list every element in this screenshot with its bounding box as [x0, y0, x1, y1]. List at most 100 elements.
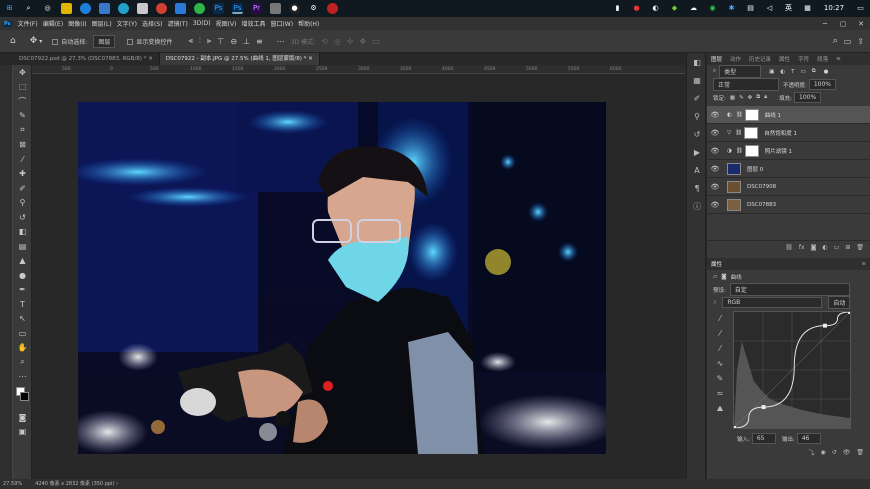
layer-dsc07908[interactable]: 👁︎ DSC07908: [707, 178, 870, 196]
edit-toolbar-icon[interactable]: ⋯: [13, 370, 32, 385]
swatches-panel-icon[interactable]: ▦: [687, 71, 707, 89]
add-mask-icon[interactable]: ◙: [811, 244, 817, 251]
align-center-icon[interactable]: ⫶: [199, 36, 201, 46]
new-adjustment-icon[interactable]: ◐: [822, 244, 827, 251]
lock-all-icon[interactable]: 🔒︎: [764, 94, 767, 101]
filter-type-icon[interactable]: T: [791, 69, 794, 75]
quick-mask-icon[interactable]: ◙: [13, 410, 32, 425]
search-icon[interactable]: ⌕: [833, 36, 838, 46]
character-panel-icon[interactable]: A: [687, 161, 707, 179]
settings-icon[interactable]: ⚙: [308, 3, 319, 14]
tab-document-jpg[interactable]: DSC07922 - 副本.JPG @ 27.5% (曲线 1, 图层蒙版/8)…: [159, 53, 320, 65]
menu-select[interactable]: 选择(S): [142, 19, 163, 28]
new-layer-icon[interactable]: ⊞: [845, 244, 850, 251]
lock-artboard-icon[interactable]: ⧉: [756, 94, 760, 101]
pencil-tool-icon[interactable]: ✎: [707, 371, 733, 386]
blur-tool-icon[interactable]: ▲: [13, 254, 32, 269]
store-icon[interactable]: [99, 3, 110, 14]
align-top-icon[interactable]: ⊤: [217, 37, 224, 46]
visibility-eye-icon[interactable]: 👁︎: [707, 111, 723, 119]
panel-menu-icon[interactable]: ≡: [857, 261, 870, 267]
tab-layers[interactable]: 图层: [707, 55, 726, 63]
grid-icon[interactable]: ▦: [802, 3, 813, 14]
obs-icon[interactable]: ●: [289, 3, 300, 14]
tab-actions[interactable]: 动作: [726, 55, 745, 63]
lock-position-icon[interactable]: ✥: [748, 95, 753, 101]
panel-menu-icon[interactable]: ≡: [832, 56, 845, 62]
eyedropper-tool-icon[interactable]: ⁄: [13, 152, 32, 167]
layer-dsc07883[interactable]: 👁︎ DSC07883: [707, 196, 870, 214]
output-value[interactable]: 46: [796, 433, 821, 444]
file-explorer-icon[interactable]: [61, 3, 72, 14]
lasso-tool-icon[interactable]: ⌒: [13, 94, 32, 109]
info-panel-icon[interactable]: ⓘ: [687, 197, 707, 215]
close-tab-icon[interactable]: ✕: [308, 56, 313, 62]
brush-tool-icon[interactable]: ✐: [13, 181, 32, 196]
preset-dropdown[interactable]: 自定: [729, 283, 850, 296]
target-adjust-icon[interactable]: ☝︎: [713, 300, 716, 306]
chevron-right-icon[interactable]: ›: [116, 481, 118, 487]
visibility-eye-icon[interactable]: 👁︎: [707, 129, 723, 137]
show-transform-checkbox[interactable]: [127, 39, 134, 45]
clip-to-layer-icon[interactable]: ⤵: [808, 448, 814, 457]
menu-file[interactable]: 文件(F): [18, 19, 38, 28]
dodge-tool-icon[interactable]: ●: [13, 268, 32, 283]
start-icon[interactable]: ⊞: [4, 3, 15, 14]
smooth-icon[interactable]: ≈: [707, 386, 733, 401]
white-eyedropper-icon[interactable]: ⁄: [707, 341, 733, 356]
quick-select-tool-icon[interactable]: ✎: [13, 109, 32, 124]
auto-select-checkbox[interactable]: [52, 39, 59, 45]
curve-control-point[interactable]: [848, 311, 851, 314]
gradient-tool-icon[interactable]: ▤: [13, 239, 32, 254]
blend-mode-dropdown[interactable]: 正常: [713, 78, 779, 91]
trash-icon[interactable]: 🗑︎: [856, 244, 864, 251]
clock-text[interactable]: 10:27: [821, 3, 847, 14]
photoshop-icon[interactable]: Ps: [213, 3, 224, 14]
shape-tool-icon[interactable]: ▭: [13, 326, 32, 341]
visibility-eye-icon[interactable]: 👁︎: [707, 201, 723, 209]
share-icon[interactable]: ⇪: [857, 37, 864, 46]
input-value[interactable]: 65: [751, 433, 776, 444]
nvidia-icon[interactable]: ◆: [669, 3, 680, 14]
search-icon[interactable]: ⌕: [23, 3, 34, 14]
marquee-tool-icon[interactable]: ⬚: [13, 80, 32, 95]
photoshop-icon-2[interactable]: Ps: [232, 3, 243, 14]
align-left-icon[interactable]: ⫷: [188, 36, 193, 46]
curve-control-point[interactable]: [733, 426, 736, 429]
wps-icon[interactable]: [137, 3, 148, 14]
opacity-input[interactable]: 100%: [808, 79, 837, 90]
healing-brush-tool-icon[interactable]: ✚: [13, 167, 32, 182]
tab-document-psd[interactable]: DSC07922.psd @ 27.3% (DSC07883, RGB/8) *…: [13, 53, 160, 65]
mic-icon[interactable]: ▮: [612, 3, 623, 14]
maximize-icon[interactable]: ▢: [834, 20, 852, 28]
move-tool-icon[interactable]: ✥: [13, 65, 32, 80]
filter-pixel-icon[interactable]: ▣: [769, 69, 774, 75]
delete-adjustment-icon[interactable]: 🗑︎: [856, 449, 864, 456]
fx-icon[interactable]: fx: [799, 244, 805, 251]
ime-indicator[interactable]: 英: [783, 3, 794, 14]
color-panel-icon[interactable]: ◧: [687, 53, 707, 71]
close-tab-icon[interactable]: ✕: [148, 56, 153, 62]
filter-toggle-icon[interactable]: ●: [824, 69, 829, 75]
workspace-icon[interactable]: ▭: [844, 37, 852, 46]
auto-select-dropdown[interactable]: 图层: [93, 34, 116, 48]
background-color-swatch[interactable]: [20, 392, 29, 401]
cloud-icon[interactable]: ☁: [688, 3, 699, 14]
volume-icon[interactable]: ◁: [764, 3, 775, 14]
menu-plugins[interactable]: 增效工具: [241, 19, 265, 28]
menu-type[interactable]: 文字(Y): [117, 19, 137, 28]
visibility-eye-icon[interactable]: 👁︎: [707, 165, 723, 173]
pen-tool-icon[interactable]: ✒: [13, 283, 32, 298]
tab-character[interactable]: 字符: [794, 55, 813, 63]
filter-shape-icon[interactable]: ▭: [800, 69, 805, 75]
channel-dropdown[interactable]: RGB: [722, 297, 823, 308]
menu-help[interactable]: 帮助(H): [298, 19, 319, 28]
tab-history[interactable]: 历史记录: [745, 55, 775, 63]
tab-paragraph[interactable]: 段落: [813, 55, 832, 63]
layer-layer-0[interactable]: 👁︎ 图层 0: [707, 160, 870, 178]
eraser-tool-icon[interactable]: ◧: [13, 225, 32, 240]
properties-title[interactable]: 属性: [707, 260, 726, 268]
close-icon[interactable]: ✕: [852, 20, 870, 28]
curve-point-tool-icon[interactable]: ∿: [707, 356, 733, 371]
new-group-icon[interactable]: ▭: [834, 244, 840, 251]
